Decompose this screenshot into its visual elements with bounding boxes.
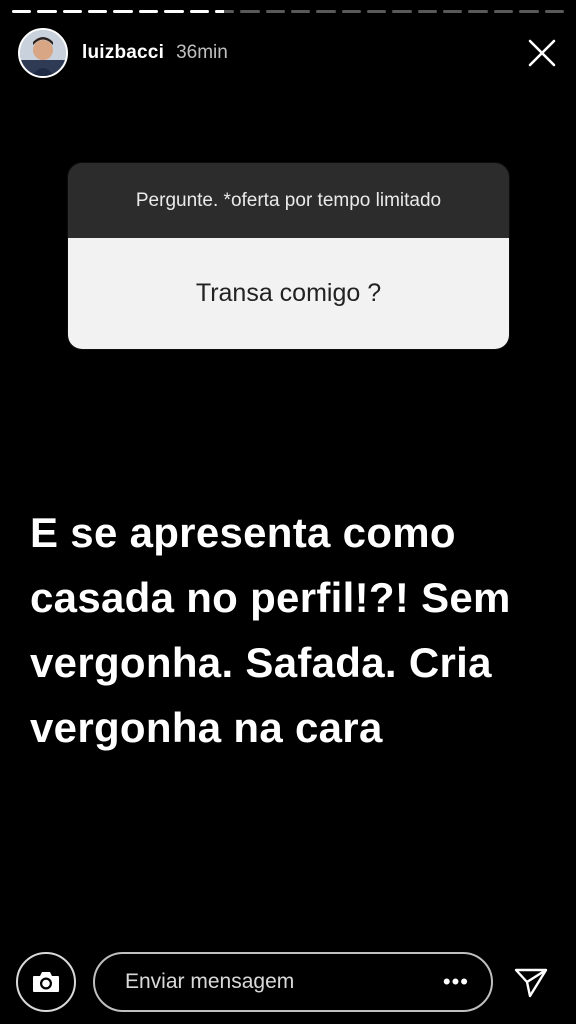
caption-line: vergonha na cara [30,704,383,751]
progress-segment-fill [113,10,133,13]
progress-segment [189,10,209,13]
username[interactable]: luizbacci [82,42,164,64]
message-input[interactable]: Enviar mensagem ••• [93,952,493,1012]
more-options-icon[interactable]: ••• [443,969,469,995]
progress-segment [88,10,108,13]
progress-segment [62,10,83,13]
progress-segment [138,10,159,13]
progress-segment [12,10,32,13]
progress-segment [265,10,285,13]
caption-line: E se apresenta como [30,509,456,556]
progress-segment [443,10,463,13]
progress-segment [290,10,311,13]
progress-segment [341,10,362,13]
send-icon [514,968,548,998]
question-prompt: Pergunte. *oferta por tempo limitado [68,163,509,238]
progress-segment-fill [138,10,159,13]
profile-photo-icon [20,30,66,76]
progress-segment-fill [88,10,108,13]
progress-segment-fill [189,10,209,13]
progress-segment-fill [37,10,57,13]
message-placeholder: Enviar mensagem [125,970,295,993]
progress-segment [316,10,336,13]
progress-segment [113,10,133,13]
caption-line: casada no perfil!?! Sem [30,574,511,621]
reply-bar: Enviar mensagem ••• [0,950,576,1014]
progress-segment-fill [164,10,184,13]
camera-icon [33,972,59,992]
close-button[interactable] [522,33,562,73]
story-progress-bar [12,10,564,14]
avatar[interactable] [18,28,68,78]
progress-segment [468,10,488,13]
progress-segment-fill [214,10,224,13]
camera-button[interactable] [16,952,76,1012]
story-caption: E se apresenta como casada no perfil!?! … [30,500,560,760]
progress-segment [214,10,235,13]
progress-segment [392,10,412,13]
close-icon [528,39,556,67]
story-header: luizbacci 36min [18,26,562,80]
progress-segment-fill [62,10,83,13]
timestamp: 36min [176,42,228,63]
send-button[interactable] [508,960,554,1006]
progress-segment [493,10,514,13]
question-sticker[interactable]: Pergunte. *oferta por tempo limitado Tra… [68,163,509,349]
progress-segment [37,10,57,13]
progress-segment [417,10,438,13]
progress-segment-fill [12,10,32,13]
caption-line: vergonha. Safada. Cria [30,639,492,686]
progress-segment [164,10,184,13]
progress-segment [240,10,260,13]
progress-segment [367,10,387,13]
question-answer: Transa comigo ? [68,238,509,349]
progress-segment [519,10,539,13]
progress-segment [544,10,564,13]
